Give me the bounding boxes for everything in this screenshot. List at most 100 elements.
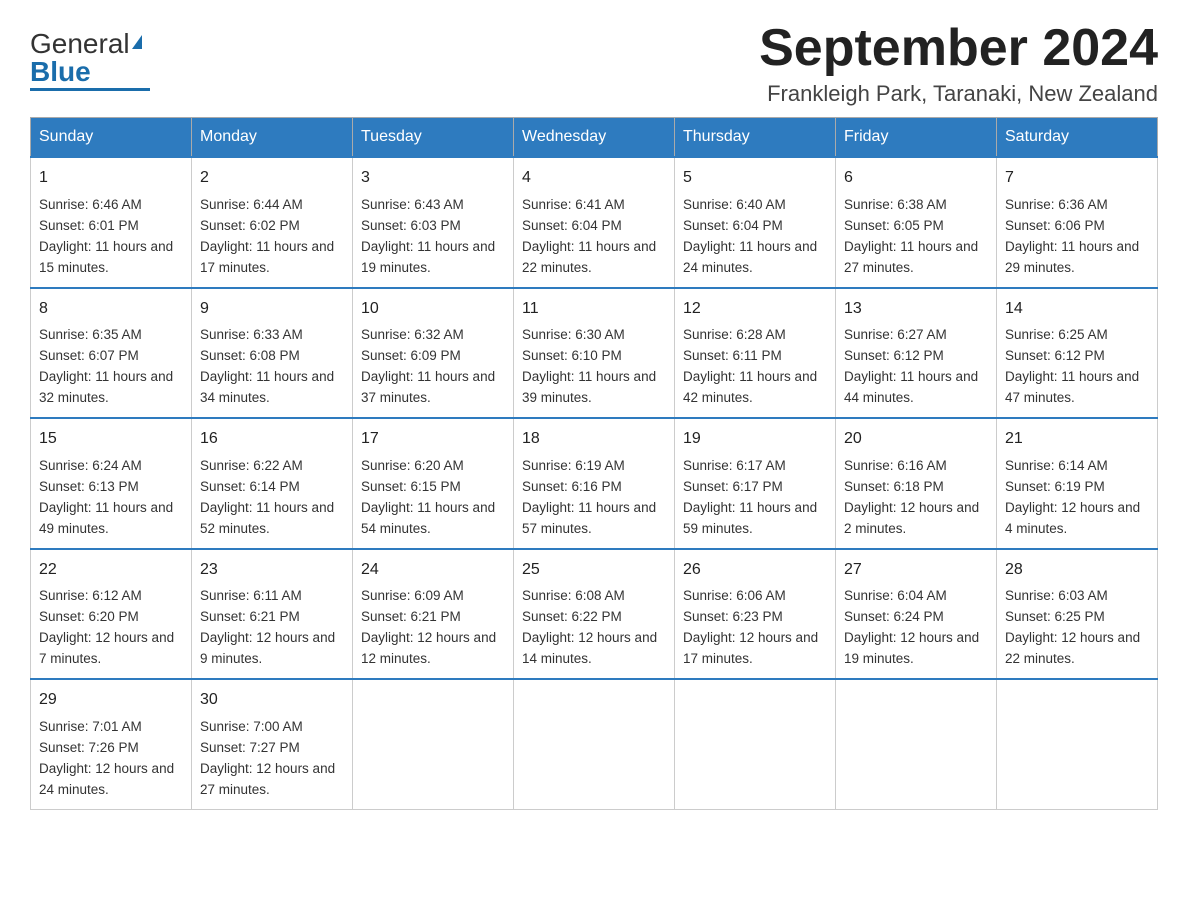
calendar-cell: 10 Sunrise: 6:32 AMSunset: 6:09 PMDaylig… — [353, 288, 514, 418]
day-number: 1 — [39, 166, 183, 191]
calendar-cell — [353, 679, 514, 809]
calendar-cell: 23 Sunrise: 6:11 AMSunset: 6:21 PMDaylig… — [192, 549, 353, 679]
calendar-cell: 1 Sunrise: 6:46 AMSunset: 6:01 PMDayligh… — [31, 157, 192, 287]
calendar-week-row: 29 Sunrise: 7:01 AMSunset: 7:26 PMDaylig… — [31, 679, 1158, 809]
logo-triangle-icon — [132, 35, 142, 49]
calendar-cell: 30 Sunrise: 7:00 AMSunset: 7:27 PMDaylig… — [192, 679, 353, 809]
title-section: September 2024 Frankleigh Park, Taranaki… — [759, 20, 1158, 107]
logo-underline — [30, 88, 150, 91]
day-number: 17 — [361, 427, 505, 452]
logo-blue-text: Blue — [30, 56, 91, 87]
calendar-week-row: 8 Sunrise: 6:35 AMSunset: 6:07 PMDayligh… — [31, 288, 1158, 418]
calendar-cell: 2 Sunrise: 6:44 AMSunset: 6:02 PMDayligh… — [192, 157, 353, 287]
calendar-cell: 27 Sunrise: 6:04 AMSunset: 6:24 PMDaylig… — [836, 549, 997, 679]
calendar-cell: 11 Sunrise: 6:30 AMSunset: 6:10 PMDaylig… — [514, 288, 675, 418]
location-title: Frankleigh Park, Taranaki, New Zealand — [759, 81, 1158, 107]
calendar-cell: 7 Sunrise: 6:36 AMSunset: 6:06 PMDayligh… — [997, 157, 1158, 287]
day-info: Sunrise: 6:27 AMSunset: 6:12 PMDaylight:… — [844, 327, 978, 405]
day-number: 12 — [683, 297, 827, 322]
calendar-week-row: 1 Sunrise: 6:46 AMSunset: 6:01 PMDayligh… — [31, 157, 1158, 287]
calendar-cell: 16 Sunrise: 6:22 AMSunset: 6:14 PMDaylig… — [192, 418, 353, 548]
calendar-cell — [675, 679, 836, 809]
day-info: Sunrise: 6:11 AMSunset: 6:21 PMDaylight:… — [200, 588, 335, 666]
day-info: Sunrise: 6:14 AMSunset: 6:19 PMDaylight:… — [1005, 458, 1140, 536]
day-info: Sunrise: 6:16 AMSunset: 6:18 PMDaylight:… — [844, 458, 979, 536]
logo-general-text: General — [30, 28, 130, 59]
day-number: 4 — [522, 166, 666, 191]
calendar-cell: 18 Sunrise: 6:19 AMSunset: 6:16 PMDaylig… — [514, 418, 675, 548]
day-number: 24 — [361, 558, 505, 583]
day-number: 15 — [39, 427, 183, 452]
day-number: 16 — [200, 427, 344, 452]
day-number: 10 — [361, 297, 505, 322]
calendar-cell: 24 Sunrise: 6:09 AMSunset: 6:21 PMDaylig… — [353, 549, 514, 679]
day-info: Sunrise: 6:20 AMSunset: 6:15 PMDaylight:… — [361, 458, 495, 536]
day-number: 14 — [1005, 297, 1149, 322]
day-info: Sunrise: 6:44 AMSunset: 6:02 PMDaylight:… — [200, 197, 334, 275]
calendar-cell: 19 Sunrise: 6:17 AMSunset: 6:17 PMDaylig… — [675, 418, 836, 548]
weekday-header-friday: Friday — [836, 118, 997, 158]
weekday-header-saturday: Saturday — [997, 118, 1158, 158]
day-info: Sunrise: 6:22 AMSunset: 6:14 PMDaylight:… — [200, 458, 334, 536]
day-number: 20 — [844, 427, 988, 452]
calendar-cell: 21 Sunrise: 6:14 AMSunset: 6:19 PMDaylig… — [997, 418, 1158, 548]
day-info: Sunrise: 6:38 AMSunset: 6:05 PMDaylight:… — [844, 197, 978, 275]
calendar-week-row: 22 Sunrise: 6:12 AMSunset: 6:20 PMDaylig… — [31, 549, 1158, 679]
day-info: Sunrise: 6:17 AMSunset: 6:17 PMDaylight:… — [683, 458, 817, 536]
day-number: 18 — [522, 427, 666, 452]
day-info: Sunrise: 6:24 AMSunset: 6:13 PMDaylight:… — [39, 458, 173, 536]
calendar-cell: 6 Sunrise: 6:38 AMSunset: 6:05 PMDayligh… — [836, 157, 997, 287]
month-title: September 2024 — [759, 20, 1158, 77]
page-header: General Blue September 2024 Frankleigh P… — [30, 20, 1158, 107]
weekday-header-thursday: Thursday — [675, 118, 836, 158]
calendar-cell — [997, 679, 1158, 809]
day-info: Sunrise: 6:04 AMSunset: 6:24 PMDaylight:… — [844, 588, 979, 666]
weekday-header-sunday: Sunday — [31, 118, 192, 158]
calendar-cell: 5 Sunrise: 6:40 AMSunset: 6:04 PMDayligh… — [675, 157, 836, 287]
day-info: Sunrise: 7:00 AMSunset: 7:27 PMDaylight:… — [200, 719, 335, 797]
day-number: 29 — [39, 688, 183, 713]
calendar-header-row: SundayMondayTuesdayWednesdayThursdayFrid… — [31, 118, 1158, 158]
day-number: 27 — [844, 558, 988, 583]
day-info: Sunrise: 6:25 AMSunset: 6:12 PMDaylight:… — [1005, 327, 1139, 405]
day-number: 23 — [200, 558, 344, 583]
day-number: 26 — [683, 558, 827, 583]
calendar-cell: 22 Sunrise: 6:12 AMSunset: 6:20 PMDaylig… — [31, 549, 192, 679]
calendar-cell: 17 Sunrise: 6:20 AMSunset: 6:15 PMDaylig… — [353, 418, 514, 548]
day-number: 28 — [1005, 558, 1149, 583]
calendar-cell: 29 Sunrise: 7:01 AMSunset: 7:26 PMDaylig… — [31, 679, 192, 809]
day-number: 11 — [522, 297, 666, 322]
day-number: 5 — [683, 166, 827, 191]
day-info: Sunrise: 7:01 AMSunset: 7:26 PMDaylight:… — [39, 719, 174, 797]
day-number: 7 — [1005, 166, 1149, 191]
day-number: 22 — [39, 558, 183, 583]
day-info: Sunrise: 6:19 AMSunset: 6:16 PMDaylight:… — [522, 458, 656, 536]
day-info: Sunrise: 6:33 AMSunset: 6:08 PMDaylight:… — [200, 327, 334, 405]
calendar-cell: 26 Sunrise: 6:06 AMSunset: 6:23 PMDaylig… — [675, 549, 836, 679]
calendar-cell: 3 Sunrise: 6:43 AMSunset: 6:03 PMDayligh… — [353, 157, 514, 287]
day-info: Sunrise: 6:41 AMSunset: 6:04 PMDaylight:… — [522, 197, 656, 275]
calendar-cell — [514, 679, 675, 809]
day-number: 19 — [683, 427, 827, 452]
day-number: 30 — [200, 688, 344, 713]
calendar-cell: 14 Sunrise: 6:25 AMSunset: 6:12 PMDaylig… — [997, 288, 1158, 418]
logo: General Blue — [30, 30, 150, 91]
day-number: 3 — [361, 166, 505, 191]
day-info: Sunrise: 6:40 AMSunset: 6:04 PMDaylight:… — [683, 197, 817, 275]
calendar-cell: 28 Sunrise: 6:03 AMSunset: 6:25 PMDaylig… — [997, 549, 1158, 679]
day-number: 6 — [844, 166, 988, 191]
calendar-table: SundayMondayTuesdayWednesdayThursdayFrid… — [30, 117, 1158, 809]
day-info: Sunrise: 6:08 AMSunset: 6:22 PMDaylight:… — [522, 588, 657, 666]
day-info: Sunrise: 6:28 AMSunset: 6:11 PMDaylight:… — [683, 327, 817, 405]
calendar-cell: 12 Sunrise: 6:28 AMSunset: 6:11 PMDaylig… — [675, 288, 836, 418]
calendar-cell — [836, 679, 997, 809]
day-number: 25 — [522, 558, 666, 583]
calendar-cell: 9 Sunrise: 6:33 AMSunset: 6:08 PMDayligh… — [192, 288, 353, 418]
day-info: Sunrise: 6:09 AMSunset: 6:21 PMDaylight:… — [361, 588, 496, 666]
weekday-header-wednesday: Wednesday — [514, 118, 675, 158]
day-info: Sunrise: 6:35 AMSunset: 6:07 PMDaylight:… — [39, 327, 173, 405]
calendar-week-row: 15 Sunrise: 6:24 AMSunset: 6:13 PMDaylig… — [31, 418, 1158, 548]
day-number: 8 — [39, 297, 183, 322]
day-number: 21 — [1005, 427, 1149, 452]
day-info: Sunrise: 6:43 AMSunset: 6:03 PMDaylight:… — [361, 197, 495, 275]
